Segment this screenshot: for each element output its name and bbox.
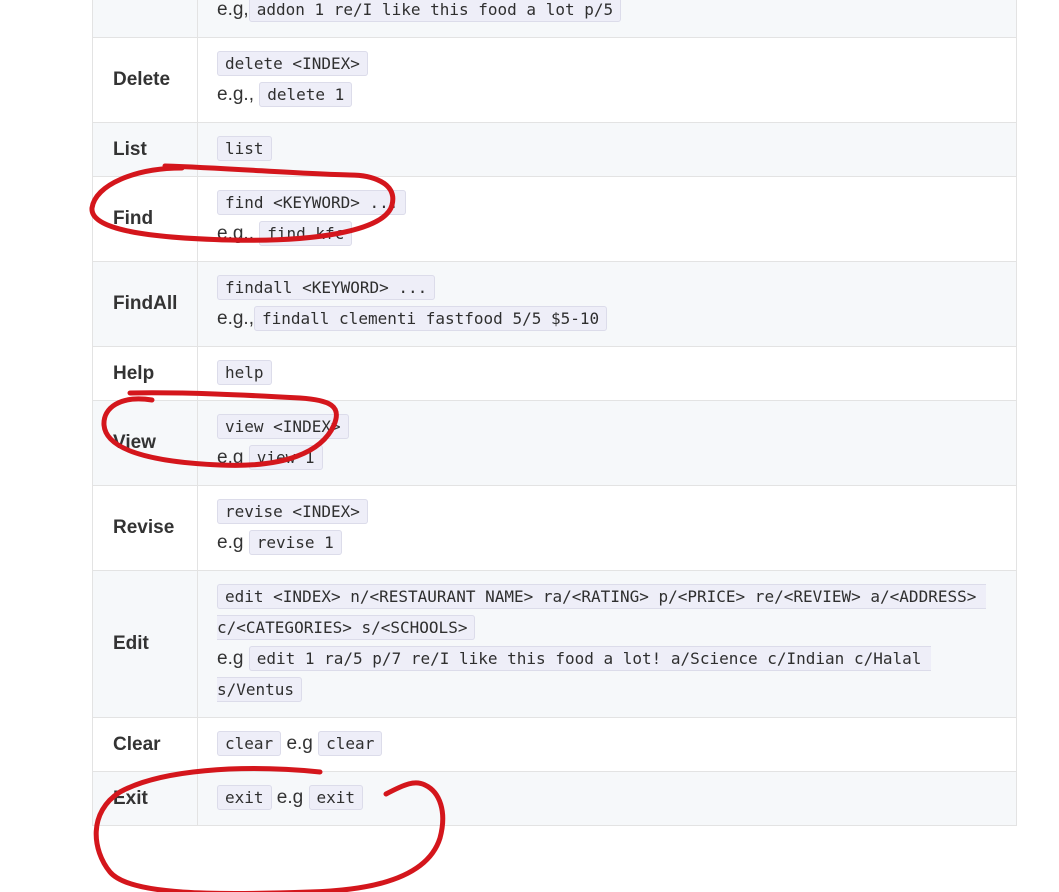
command-format: addon <INDEX> re/<REVIEW> p/<PRICE> or a… [197, 0, 1017, 38]
command-row-addon: AddOnaddon <INDEX> re/<REVIEW> p/<PRICE>… [92, 0, 1017, 38]
code-snippet: delete <INDEX> [217, 51, 368, 76]
command-format: revise <INDEX> e.g revise 1 [197, 485, 1017, 571]
example-label: e.g [217, 648, 249, 669]
code-snippet: revise <INDEX> [217, 499, 368, 524]
command-name: Revise [92, 485, 198, 571]
command-name: Find [92, 176, 198, 262]
format-line: e.g., delete 1 [217, 79, 998, 110]
code-snippet: exit [217, 785, 272, 810]
format-line: findall <KEYWORD> ... [217, 272, 998, 303]
command-name: List [92, 122, 198, 177]
format-line: edit <INDEX> n/<RESTAURANT NAME> ra/<RAT… [217, 581, 998, 643]
format-line: clear e.g clear [217, 728, 998, 759]
command-name: Exit [92, 771, 198, 826]
command-format: exit e.g exit [197, 771, 1017, 826]
command-row-exit: Exit exit e.g exit [92, 771, 1017, 826]
code-snippet: delete 1 [259, 82, 353, 107]
code-snippet: edit <INDEX> n/<RESTAURANT NAME> ra/<RAT… [217, 584, 986, 640]
command-name: Clear [92, 717, 198, 772]
command-row-view: View view <INDEX> e.g view 1 [92, 400, 1017, 486]
command-format: view <INDEX> e.g view 1 [197, 400, 1017, 486]
example-label: e.g., [217, 308, 254, 329]
command-row-findall: FindAll findall <KEYWORD> ... e.g., findall… [92, 261, 1017, 347]
command-format: findall <KEYWORD> ... e.g., findall clemen… [197, 261, 1017, 347]
command-name: View [92, 400, 198, 486]
format-line: view <INDEX> [217, 411, 998, 442]
format-line: e.g view 1 [217, 442, 998, 473]
format-line: e.g, addon 1 re/I like this food a lot p/… [217, 0, 998, 25]
command-row-help: Help help [92, 346, 1017, 401]
code-snippet: find kfc [259, 221, 353, 246]
format-line: find <KEYWORD> ... [217, 187, 998, 218]
command-rows: AddOnaddon <INDEX> re/<REVIEW> p/<PRICE>… [92, 0, 1017, 826]
command-format: clear e.g clear [197, 717, 1017, 772]
command-name: AddOn [92, 0, 198, 38]
example-label: e.g [217, 532, 249, 553]
format-line: help [217, 357, 998, 388]
code-snippet: findall <KEYWORD> ... [217, 275, 436, 300]
format-line: e.g., find kfc [217, 218, 998, 249]
code-snippet: revise 1 [248, 530, 342, 555]
example-label: e.g [271, 787, 309, 808]
example-label: e.g., [217, 223, 260, 244]
code-snippet: edit 1 ra/5 p/7 re/I like this food a lo… [217, 646, 932, 702]
command-format: delete <INDEX> e.g., delete 1 [197, 37, 1017, 123]
code-snippet: list [217, 136, 272, 161]
command-format: edit <INDEX> n/<RESTAURANT NAME> ra/<RAT… [197, 570, 1017, 718]
code-snippet: clear [318, 731, 383, 756]
command-name: Edit [92, 570, 198, 718]
format-line: e.g revise 1 [217, 527, 998, 558]
format-line: delete <INDEX> [217, 48, 998, 79]
command-format: find <KEYWORD> ... e.g., find kfc [197, 176, 1017, 262]
code-snippet: exit [308, 785, 364, 810]
format-line: e.g edit 1 ra/5 p/7 re/I like this food … [217, 643, 998, 705]
code-snippet: addon 1 re/I like this food a lot p/5 [248, 0, 622, 22]
example-label: e.g [281, 733, 319, 754]
command-name: FindAll [92, 261, 198, 347]
example-label: e.g [217, 447, 249, 468]
command-row-edit: Edit edit <INDEX> n/<RESTAURANT NAME> ra/… [92, 570, 1017, 718]
command-row-delete: Delete delete <INDEX> e.g., delete 1 [92, 37, 1017, 123]
command-name: Delete [92, 37, 198, 123]
command-row-clear: Clear clear e.g clear [92, 717, 1017, 772]
code-snippet: findall clementi fastfood 5/5 $5-10 [253, 306, 608, 331]
code-snippet: view <INDEX> [217, 414, 349, 439]
code-snippet: help [217, 360, 272, 385]
example-label: e.g, [217, 0, 249, 20]
format-line: list [217, 133, 998, 164]
command-row-list: List list [92, 122, 1017, 177]
format-line: exit e.g exit [217, 782, 998, 813]
code-snippet: find <KEYWORD> ... [217, 190, 407, 215]
command-format: list [197, 122, 1017, 177]
command-name: Help [92, 346, 198, 401]
format-line: e.g., findall clementi fastfood 5/5 $5-10 [217, 303, 998, 334]
code-snippet: view 1 [248, 445, 323, 470]
command-row-find: Find find <KEYWORD> ... e.g., find kfc [92, 176, 1017, 262]
command-summary-table-wrapper: AddOnaddon <INDEX> re/<REVIEW> p/<PRICE>… [92, 0, 1017, 826]
command-row-revise: Revise revise <INDEX> e.g revise 1 [92, 485, 1017, 571]
example-label: e.g., [217, 84, 260, 105]
format-line: revise <INDEX> [217, 496, 998, 527]
code-snippet: clear [217, 731, 282, 756]
command-format: help [197, 346, 1017, 401]
command-summary-table: AddOnaddon <INDEX> re/<REVIEW> p/<PRICE>… [92, 0, 1017, 826]
